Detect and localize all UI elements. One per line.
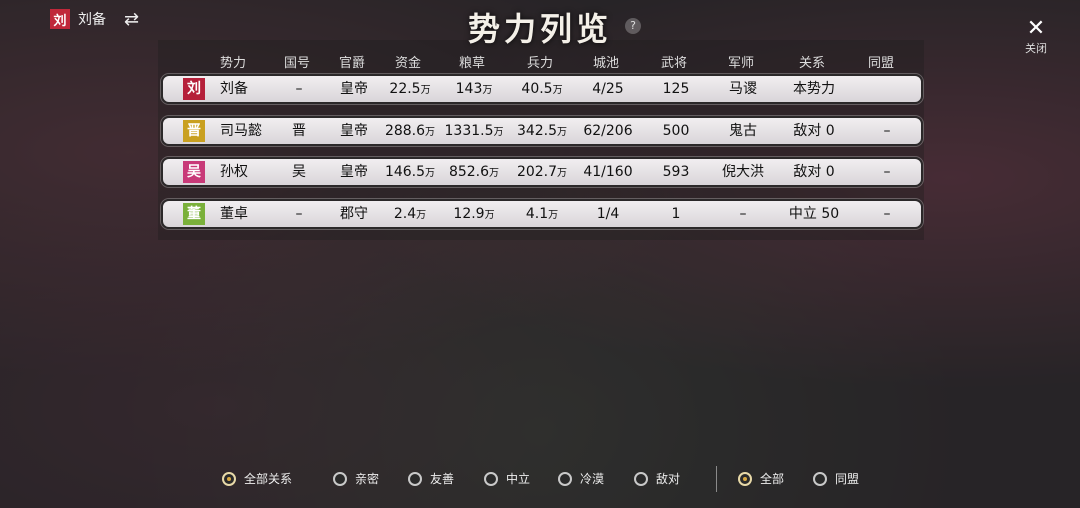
radio-icon: [813, 471, 827, 486]
country-cell: –: [295, 81, 303, 97]
faction-name: 司马懿: [220, 123, 262, 139]
country-cell: 晋: [292, 123, 306, 139]
filter-label: 中立: [506, 472, 531, 486]
advisor-cell: 倪大洪: [722, 164, 764, 180]
col-troops: 兵力: [526, 56, 554, 71]
filter-intimate[interactable]: 亲密: [333, 470, 379, 487]
funds-cell: 22.5万: [389, 81, 431, 97]
ally-cell: –: [883, 164, 891, 180]
filter-label: 敌对: [656, 472, 681, 486]
rank-cell: 皇帝: [340, 81, 368, 97]
radio-icon: [738, 471, 752, 486]
relation-cell: 敌对 0: [793, 123, 835, 139]
filter-label: 友善: [430, 472, 455, 486]
cities-cell: 41/160: [583, 164, 633, 180]
radio-icon: [634, 471, 648, 486]
col-food: 粮草: [458, 56, 486, 71]
faction-seal: 晋: [183, 120, 205, 142]
advisor-cell: 马谡: [729, 81, 757, 97]
col-relation: 关系: [798, 56, 826, 71]
relation-cell: 中立 50: [788, 206, 840, 222]
title-text: 势力列览: [467, 10, 612, 48]
radio-icon: [408, 471, 422, 486]
rank-cell: 郡守: [340, 206, 368, 222]
relation-cell: 敌对 0: [793, 164, 835, 180]
generals-cell: 593: [662, 164, 690, 180]
generals-cell: 1: [671, 206, 681, 222]
advisor-cell: 鬼古: [729, 123, 757, 139]
food-cell: 852.6万: [448, 164, 500, 180]
faction-name: 刘备: [220, 81, 248, 97]
filter-label: 全部关系: [244, 472, 293, 486]
generals-cell: 125: [662, 81, 690, 97]
ally-cell: –: [883, 123, 891, 139]
filter-scope-ally[interactable]: 同盟: [813, 470, 859, 487]
col-country: 国号: [283, 56, 311, 71]
funds-cell: 146.5万: [384, 164, 436, 180]
filter-bar: 全部关系 亲密 友善 中立 冷漠 敌对 全部 同盟: [0, 466, 1080, 494]
filter-label: 亲密: [355, 472, 380, 486]
radio-icon: [222, 471, 236, 486]
filter-label: 同盟: [835, 472, 860, 486]
cities-cell: 1/4: [596, 206, 620, 222]
country-cell: –: [295, 206, 303, 222]
food-cell: 1331.5万: [444, 123, 504, 139]
relation-cell: 本势力: [793, 81, 835, 97]
col-ally: 同盟: [867, 56, 895, 71]
table-row[interactable]: 吴孙权吴皇帝 146.5万 852.6万 202.7万 41/160 593 倪大洪 敌对 0…: [161, 157, 923, 187]
filter-label: 全部: [760, 472, 785, 486]
advisor-cell: –: [739, 206, 747, 222]
table-row[interactable]: 晋司马懿晋皇帝 288.6万 1331.5万 342.5万 62/206 500 鬼古 敌对 …: [161, 116, 923, 146]
troops-cell: 40.5万: [521, 81, 563, 97]
ally-cell: –: [883, 206, 891, 222]
filter-neutral[interactable]: 中立: [484, 470, 530, 487]
filter-friendly[interactable]: 友善: [408, 470, 454, 487]
cities-cell: 62/206: [583, 123, 633, 139]
filter-cold[interactable]: 冷漠: [558, 470, 604, 487]
faction-seal: 吴: [183, 161, 205, 183]
filter-scope-all[interactable]: 全部: [738, 470, 784, 487]
filter-label: 冷漠: [580, 472, 605, 486]
faction-seal: 董: [183, 203, 205, 225]
col-generals: 武将: [660, 56, 688, 71]
filter-hostile[interactable]: 敌对: [634, 470, 680, 487]
cities-cell: 4/25: [592, 81, 624, 97]
troops-cell: 342.5万: [516, 123, 568, 139]
table-header: 势力 国号 官爵 资金 粮草 兵力 城池 武将 军师 关系 同盟: [0, 52, 1080, 71]
col-advisor: 军师: [727, 56, 755, 71]
radio-icon: [484, 471, 498, 486]
close-button[interactable]: ✕ 关闭: [1010, 18, 1062, 56]
radio-icon: [333, 471, 347, 486]
col-cities: 城池: [592, 56, 620, 71]
table-row[interactable]: 刘刘备 – 皇帝 22.5万 143万 40.5万 4/25 125 马谡 本势力: [161, 74, 923, 104]
col-rank: 官爵: [338, 56, 366, 71]
filter-all-relations[interactable]: 全部关系: [222, 470, 292, 487]
food-cell: 143万: [455, 81, 493, 97]
faction-name: 董卓: [220, 206, 248, 222]
faction-name: 孙权: [220, 164, 248, 180]
rank-cell: 皇帝: [340, 123, 368, 139]
country-cell: 吴: [292, 164, 306, 180]
funds-cell: 288.6万: [384, 123, 436, 139]
food-cell: 12.9万: [453, 206, 495, 222]
generals-cell: 500: [662, 123, 690, 139]
col-faction: 势力: [219, 56, 247, 71]
rank-cell: 皇帝: [340, 164, 368, 180]
col-funds: 资金: [394, 56, 422, 71]
filter-divider: [716, 466, 717, 492]
faction-seal: 刘: [183, 78, 205, 100]
radio-icon: [558, 471, 572, 486]
page-title: 势力列览: [0, 4, 1080, 50]
troops-cell: 4.1万: [525, 206, 559, 222]
help-icon[interactable]: ?: [625, 18, 641, 34]
funds-cell: 2.4万: [393, 206, 427, 222]
close-icon: ✕: [1026, 16, 1046, 41]
troops-cell: 202.7万: [516, 164, 568, 180]
table-row[interactable]: 董董卓 – 郡守 2.4万 12.9万 4.1万 1/4 1 – 中立 50 –: [161, 199, 923, 229]
